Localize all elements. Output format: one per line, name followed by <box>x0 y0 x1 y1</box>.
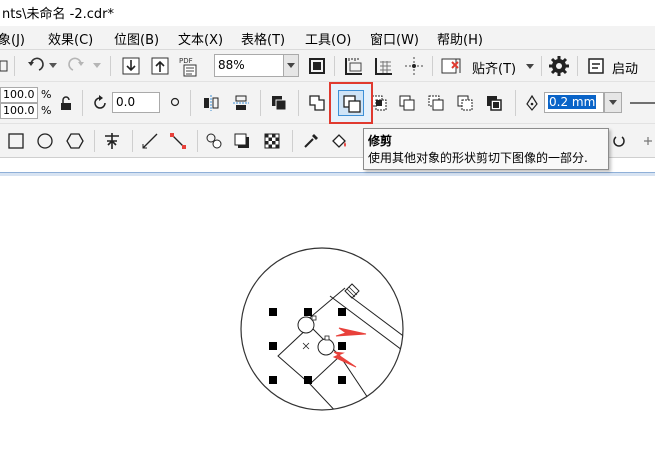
import-icon[interactable] <box>120 55 142 77</box>
eyedropper-tool-icon[interactable] <box>301 131 321 151</box>
scale-y-unit: % <box>41 104 52 117</box>
outline-width-dropdown-icon[interactable] <box>604 92 622 113</box>
trim-tooltip: 修剪 使用其他对象的形状剪切下图像的一部分. <box>363 128 609 170</box>
back-minus-front-icon[interactable] <box>454 92 476 114</box>
menu-effects[interactable]: 效果(C) <box>48 29 93 48</box>
guidelines-icon[interactable] <box>402 54 426 78</box>
selection-handle-bottom-middle[interactable] <box>304 376 312 384</box>
menu-bar: 象(J) 效果(C) 位图(B) 文本(X) 表格(T) 工具(O) 窗口(W)… <box>0 26 655 50</box>
interactive-fill-tool-icon[interactable] <box>329 131 351 151</box>
rectangle-tool-icon[interactable] <box>6 131 26 151</box>
selection-handle-middle-right[interactable] <box>338 342 346 350</box>
scale-x-unit: % <box>41 88 52 101</box>
tooltip-title: 修剪 <box>368 134 393 148</box>
separator <box>14 56 15 76</box>
selection-handle-bottom-left[interactable] <box>269 376 277 384</box>
menu-help[interactable]: 帮助(H) <box>437 29 483 48</box>
outer-circle[interactable] <box>240 247 404 411</box>
separator <box>82 90 83 116</box>
separator <box>132 130 133 152</box>
rulers-icon[interactable] <box>342 54 366 78</box>
launch-button[interactable]: 启动 <box>612 58 638 77</box>
transparency-tool-icon[interactable] <box>262 131 282 151</box>
snap-dropdown-icon[interactable] <box>525 62 535 72</box>
selection-handle-top-middle[interactable] <box>304 308 312 316</box>
degree-icon <box>169 96 181 108</box>
full-screen-icon[interactable] <box>306 55 328 77</box>
property-bar: 100.0 100.0 % % 0.0 0.2 mm <box>0 82 655 124</box>
selection-handle-top-left[interactable] <box>269 308 277 316</box>
undo-dropdown-icon[interactable] <box>48 60 58 72</box>
menu-window[interactable]: 窗口(W) <box>370 29 419 48</box>
line-style-selector[interactable] <box>630 96 655 110</box>
trim-button[interactable] <box>329 82 373 124</box>
options-gear-icon[interactable] <box>547 54 571 78</box>
standard-toolbar: PDF 88% 贴齐(T) 启动 <box>0 50 655 82</box>
smart-fill-tool-icon[interactable] <box>611 132 627 150</box>
save-icon[interactable] <box>0 58 8 74</box>
text-tool-icon[interactable] <box>101 131 123 151</box>
zoom-dropdown-icon[interactable] <box>283 54 299 77</box>
zoom-level-field[interactable]: 88% <box>214 54 284 77</box>
weld-icon[interactable] <box>306 92 328 114</box>
separator <box>432 56 433 76</box>
combine-icon[interactable] <box>268 92 290 114</box>
rotate-icon <box>90 93 110 113</box>
scale-y-field[interactable]: 100.0 <box>0 103 38 119</box>
menu-table[interactable]: 表格(T) <box>241 29 285 48</box>
separator <box>260 90 261 116</box>
menu-bitmaps[interactable]: 位图(B) <box>114 29 159 48</box>
separator <box>515 90 516 116</box>
snap-off-icon[interactable] <box>439 54 463 78</box>
outline-pen-icon <box>524 93 540 113</box>
drawing-canvas[interactable] <box>0 176 655 474</box>
front-minus-back-icon[interactable] <box>425 92 447 114</box>
separator <box>334 56 335 76</box>
menu-object[interactable]: 象(J) <box>0 29 25 48</box>
pdf-label: PDF <box>179 57 193 65</box>
separator <box>298 90 299 116</box>
polygon-tool-icon[interactable] <box>65 131 85 151</box>
separator <box>541 56 542 76</box>
separator <box>110 56 111 76</box>
trim-icon <box>340 92 364 116</box>
connector-tool-icon[interactable] <box>168 131 188 151</box>
blend-tool-icon[interactable] <box>204 131 224 151</box>
drop-shadow-tool-icon[interactable] <box>232 131 252 151</box>
redo-icon[interactable] <box>66 56 88 76</box>
selection-handle-bottom-right[interactable] <box>338 376 346 384</box>
launcher-icon[interactable] <box>585 55 607 77</box>
scale-x-field[interactable]: 100.0 <box>0 87 38 103</box>
snap-to-button[interactable]: 贴齐(T) <box>472 58 516 77</box>
add-tool-icon[interactable] <box>640 132 655 150</box>
mirror-vertical-icon[interactable] <box>230 92 252 114</box>
tooltip-description: 使用其他对象的形状剪切下图像的一部分. <box>368 151 588 165</box>
separator <box>190 90 191 116</box>
rotation-angle-field[interactable]: 0.0 <box>112 92 160 113</box>
outline-width-value: 0.2 mm <box>548 95 597 109</box>
outline-width-field[interactable]: 0.2 mm <box>544 92 604 113</box>
simplify-icon[interactable] <box>396 92 418 114</box>
redo-dropdown-icon[interactable] <box>92 60 102 72</box>
menu-tools[interactable]: 工具(O) <box>305 29 351 48</box>
drawing-artwork <box>240 247 404 411</box>
lock-ratio-icon[interactable] <box>58 94 74 112</box>
export-icon[interactable] <box>149 55 171 77</box>
separator <box>292 130 293 152</box>
separator <box>577 56 578 76</box>
parallel-dimension-tool-icon[interactable] <box>140 131 160 151</box>
separator <box>94 130 95 152</box>
separator <box>197 130 198 152</box>
publish-pdf-icon[interactable]: PDF <box>178 54 202 78</box>
selection-handle-top-right[interactable] <box>338 308 346 316</box>
ellipse-tool-icon[interactable] <box>35 131 55 151</box>
create-boundary-icon[interactable] <box>483 92 505 114</box>
window-title: nts\未命名 -2.cdr* <box>0 0 655 26</box>
undo-icon[interactable] <box>24 56 46 76</box>
app-window: nts\未命名 -2.cdr* 象(J) 效果(C) 位图(B) 文本(X) 表… <box>0 0 655 474</box>
menu-text[interactable]: 文本(X) <box>178 29 223 48</box>
grid-icon[interactable] <box>372 54 396 78</box>
mirror-horizontal-icon[interactable] <box>200 92 222 114</box>
selection-handle-middle-left[interactable] <box>269 342 277 350</box>
